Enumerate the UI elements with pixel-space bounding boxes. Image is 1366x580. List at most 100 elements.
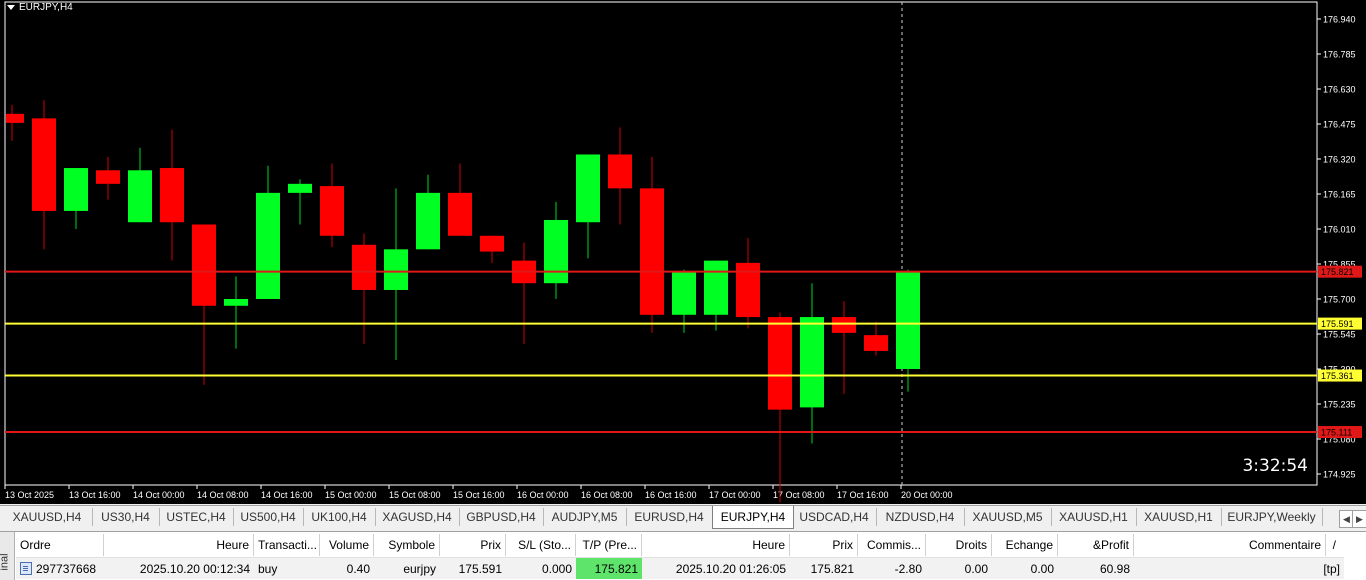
candle[interactable] xyxy=(128,147,152,223)
candle-body xyxy=(32,118,56,211)
chart-tab[interactable]: EURJPY,Weekly xyxy=(1221,508,1323,526)
column-header-time[interactable]: Heure xyxy=(104,534,254,556)
candle[interactable] xyxy=(64,168,88,229)
candle[interactable] xyxy=(256,165,280,299)
candle[interactable] xyxy=(768,312,792,503)
column-header-take-profit[interactable]: T/P (Pre... xyxy=(576,534,642,556)
candle[interactable] xyxy=(736,238,760,329)
column-header-symbol[interactable]: Symbole xyxy=(374,534,440,556)
cell-time[interactable]: 2025.10.20 00:12:34 xyxy=(104,557,254,579)
time-axis-label: 14 Oct 16:00 xyxy=(261,490,313,500)
terminal-side-label: inal xyxy=(0,553,11,571)
chart-tab[interactable]: USDCAD,H4 xyxy=(792,508,877,526)
cell-volume[interactable]: 0.40 xyxy=(320,557,374,579)
column-header-comment[interactable]: Commentaire xyxy=(1134,534,1326,556)
candle-body xyxy=(64,168,88,211)
price-chart[interactable]: 176.940 176.785 176.630 176.475 176.320 176.1… xyxy=(0,0,1366,504)
cell-comment[interactable]: [tp] xyxy=(1134,557,1344,579)
chart-tab[interactable]: XAUUSD,H1 xyxy=(1136,508,1222,526)
chart-tab[interactable]: AUDJPY,M5 xyxy=(543,508,627,526)
cell-close-price[interactable]: 175.821 xyxy=(790,557,858,579)
column-header-profit[interactable]: &Profit xyxy=(1058,534,1134,556)
cell-profit[interactable]: 60.98 xyxy=(1058,557,1134,579)
candle[interactable] xyxy=(384,188,408,360)
candle[interactable] xyxy=(640,156,664,333)
cell-symbol[interactable]: eurjpy xyxy=(374,557,440,579)
cell-swap-rights[interactable]: 0.00 xyxy=(926,557,992,579)
chart-tabs-bar: XAUUSD,H4 US30,H4 USTEC,H4 US500,H4 UK100,H4… xyxy=(0,505,1366,530)
cell-take-profit[interactable]: 175.821 xyxy=(576,557,642,579)
chart-tab[interactable]: UK100,H4 xyxy=(303,508,376,526)
candle-body xyxy=(768,317,792,410)
candle[interactable] xyxy=(96,156,120,200)
column-header-volume[interactable]: Volume xyxy=(320,534,374,556)
candle[interactable] xyxy=(6,104,24,141)
chart-tab[interactable]: XAUUSD,H1 xyxy=(1051,508,1137,526)
time-axis-label: 13 Oct 16:00 xyxy=(69,490,121,500)
cell-commission[interactable]: -2.80 xyxy=(858,557,926,579)
column-header-type[interactable]: Transacti... xyxy=(254,534,320,556)
candle[interactable] xyxy=(192,224,216,385)
candle[interactable] xyxy=(288,179,312,225)
chart-tab[interactable]: US500,H4 xyxy=(233,508,304,526)
cell-type[interactable]: buy xyxy=(254,557,320,579)
chart-tab[interactable]: XAGUSD,H4 xyxy=(375,508,460,526)
chart-tab[interactable]: EURUSD,H4 xyxy=(626,508,713,526)
cell-value: 0.40 xyxy=(346,561,370,576)
chart-tab[interactable]: EURJPY,H4 xyxy=(712,506,794,529)
cell-close-time[interactable]: 2025.10.20 01:26:05 xyxy=(642,557,790,579)
candle[interactable] xyxy=(320,163,344,248)
chart-symbol-label[interactable]: EURJPY,H4 xyxy=(7,2,73,13)
column-header-price[interactable]: Prix xyxy=(440,534,506,556)
cell-order[interactable]: 297737668 xyxy=(16,557,104,579)
cell-price[interactable]: 175.591 xyxy=(440,557,506,579)
price-axis-label: 176.630 xyxy=(1323,85,1356,95)
time-axis-label: 14 Oct 00:00 xyxy=(133,490,185,500)
column-header-order[interactable]: Ordre xyxy=(16,534,104,556)
candle[interactable] xyxy=(32,100,56,250)
column-header-stop-loss[interactable]: S/L (Sto... xyxy=(506,534,576,556)
candle[interactable] xyxy=(224,276,248,349)
chart-tab-label: XAUUSD,M5 xyxy=(972,510,1043,524)
terminal-side-tab[interactable]: inal xyxy=(0,532,15,580)
candle-body xyxy=(608,154,632,189)
candle[interactable] xyxy=(864,321,888,356)
candle-body xyxy=(416,192,440,250)
column-header-close-time[interactable]: Heure xyxy=(642,534,790,556)
chart-tab[interactable]: NZDUSD,H4 xyxy=(876,508,965,526)
candle[interactable] xyxy=(576,154,600,259)
candle[interactable] xyxy=(832,301,856,394)
chart-tab-label: EURJPY,Weekly xyxy=(1227,510,1316,524)
tabs-scroll-right-button[interactable]: ▶ xyxy=(1352,510,1366,528)
cell-exchange[interactable]: 0.00 xyxy=(992,557,1058,579)
chart-tab[interactable]: XAUUSD,M5 xyxy=(964,508,1052,526)
column-header-commission[interactable]: Commis... xyxy=(858,534,926,556)
time-axis-label: 17 Oct 16:00 xyxy=(837,490,889,500)
time-axis-label: 14 Oct 08:00 xyxy=(197,490,249,500)
candle[interactable] xyxy=(448,163,472,236)
candle[interactable] xyxy=(896,269,920,392)
candle[interactable] xyxy=(512,242,536,345)
chart-canvas[interactable]: 176.940 176.785 176.630 176.475 176.320 176.1… xyxy=(0,0,1366,504)
chart-tab[interactable]: USTEC,H4 xyxy=(159,508,234,526)
chart-menu-arrow-icon[interactable] xyxy=(7,5,15,10)
chart-tab-label: XAGUSD,H4 xyxy=(382,510,452,524)
chart-tab[interactable]: XAUUSD,H4 xyxy=(2,508,93,526)
level-price-label: 175.361 xyxy=(1321,371,1354,381)
candle[interactable] xyxy=(480,235,504,263)
chart-tab[interactable]: GBPUSD,H4 xyxy=(459,508,544,526)
column-header-close-price[interactable]: Prix xyxy=(790,534,858,556)
price-axis-label: 176.165 xyxy=(1323,190,1356,200)
chart-tab[interactable]: US30,H4 xyxy=(92,508,160,526)
candle[interactable] xyxy=(352,233,376,345)
candle[interactable] xyxy=(800,283,824,444)
cell-stop-loss[interactable]: 0.000 xyxy=(506,557,576,579)
column-header-exchange[interactable]: Echange xyxy=(992,534,1058,556)
candle[interactable] xyxy=(608,127,632,225)
candle[interactable] xyxy=(544,201,568,299)
candle[interactable] xyxy=(416,174,440,250)
cell-value: 297737668 xyxy=(36,561,97,576)
column-header-swap-rights[interactable]: Droits xyxy=(926,534,992,556)
candle[interactable] xyxy=(160,129,184,261)
candle-body xyxy=(160,168,184,223)
